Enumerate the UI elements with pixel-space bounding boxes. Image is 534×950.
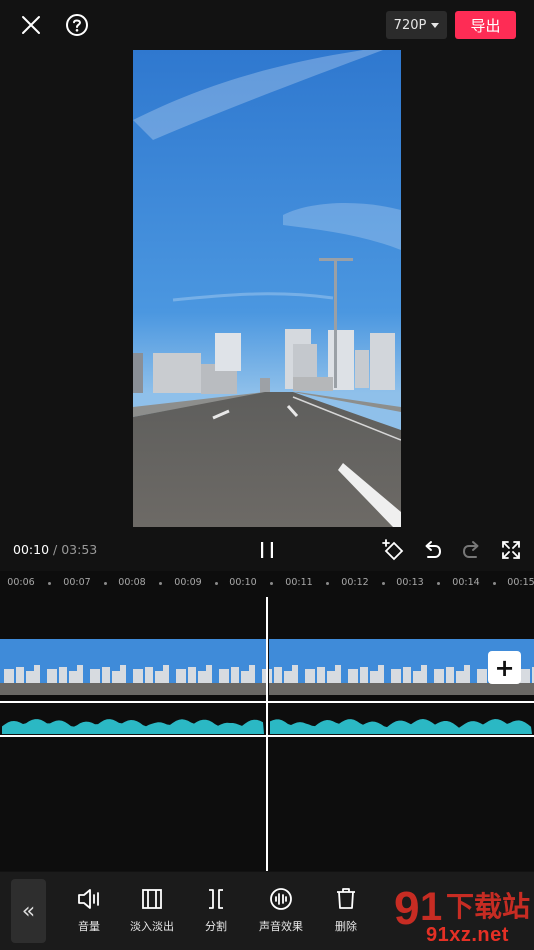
fade-label: 淡入淡出: [130, 920, 174, 933]
ruler-tick: 00:08: [118, 577, 146, 588]
split-icon: [209, 889, 223, 909]
ruler-tick: 00:12: [341, 577, 369, 588]
audio-waveform: [270, 719, 532, 734]
ruler-dot: [159, 582, 162, 585]
playback-bar: 00:10 / 03:53: [0, 533, 534, 567]
fullscreen-icon[interactable]: [499, 538, 523, 562]
watermark-text: 91xz.net: [426, 924, 509, 946]
delete-button[interactable]: 删除: [311, 886, 381, 934]
split-label: 分割: [205, 920, 227, 933]
volume-icon: [78, 889, 99, 909]
delete-label: 删除: [335, 920, 357, 933]
timeline[interactable]: 00:06 00:07 00:08 00:09 00:10 00:11 00:1…: [0, 571, 534, 871]
clip-thumbnail: [172, 639, 215, 695]
clip-thumbnail: [301, 639, 344, 695]
add-clip-button[interactable]: +: [488, 651, 521, 684]
pause-icon[interactable]: [255, 537, 279, 563]
voice-effect-label: 声音效果: [259, 920, 303, 933]
volume-label: 音量: [78, 920, 100, 933]
undo-icon[interactable]: [420, 538, 444, 562]
svg-text:9: 9: [394, 882, 420, 934]
ruler-tick: 00:11: [285, 577, 313, 588]
ruler-dot: [326, 582, 329, 585]
export-button[interactable]: 导出: [455, 11, 516, 39]
total-time: 03:53: [61, 542, 98, 557]
ruler-dot: [215, 582, 218, 585]
voice-effect-icon: [270, 888, 292, 910]
ruler-dot: [437, 582, 440, 585]
time-separator: /: [49, 542, 62, 557]
clip-thumbnail: [0, 639, 43, 695]
ruler-tick: 00:06: [7, 577, 35, 588]
video-preview[interactable]: [133, 50, 401, 527]
ruler-dot: [104, 582, 107, 585]
ruler-dot: [382, 582, 385, 585]
clip-thumbnail: [86, 639, 129, 695]
close-icon[interactable]: [14, 8, 48, 42]
clip-thumbnail: [344, 639, 387, 695]
clip-thumbnail: [129, 639, 172, 695]
ruler-tick: 00:10: [229, 577, 257, 588]
ruler-tick: 00:15: [507, 577, 534, 588]
svg-text:1: 1: [420, 885, 442, 929]
ruler-tick: 00:09: [174, 577, 202, 588]
collapse-back-button[interactable]: «: [11, 879, 46, 943]
audio-waveform: [2, 719, 264, 734]
volume-button[interactable]: 音量: [54, 886, 124, 934]
delete-icon: [337, 888, 355, 909]
playhead[interactable]: [266, 597, 268, 871]
clip-thumbnail: [430, 639, 473, 695]
voice-effect-button[interactable]: 声音效果: [246, 886, 316, 934]
fade-icon: [142, 889, 162, 909]
current-time: 00:10: [13, 542, 50, 557]
time-display: 00:10 / 03:53: [13, 542, 97, 557]
clip-thumbnail: [215, 639, 258, 695]
help-icon[interactable]: [60, 8, 94, 42]
resolution-value: 720P: [393, 17, 427, 33]
ruler-tick: 00:07: [63, 577, 91, 588]
split-button[interactable]: 分割: [181, 886, 251, 934]
ruler-tick: 00:14: [452, 577, 480, 588]
keyframe-icon[interactable]: [381, 538, 405, 562]
ruler-tick: 00:13: [396, 577, 424, 588]
caret-down-icon: [431, 22, 440, 28]
redo-icon[interactable]: [460, 538, 484, 562]
clip-thumbnail: [258, 639, 301, 695]
ruler-dot: [270, 582, 273, 585]
fade-button[interactable]: 淡入淡出: [117, 886, 187, 934]
clip-thumbnail: [387, 639, 430, 695]
ruler-dot: [48, 582, 51, 585]
ruler-dot: [493, 582, 496, 585]
svg-text:下载站: 下载站: [446, 890, 530, 923]
clip-thumbnail: [43, 639, 86, 695]
resolution-dropdown[interactable]: 720P: [386, 11, 447, 39]
time-ruler[interactable]: 00:06 00:07 00:08 00:09 00:10 00:11 00:1…: [0, 571, 534, 595]
top-bar: 720P 导出: [0, 0, 534, 50]
